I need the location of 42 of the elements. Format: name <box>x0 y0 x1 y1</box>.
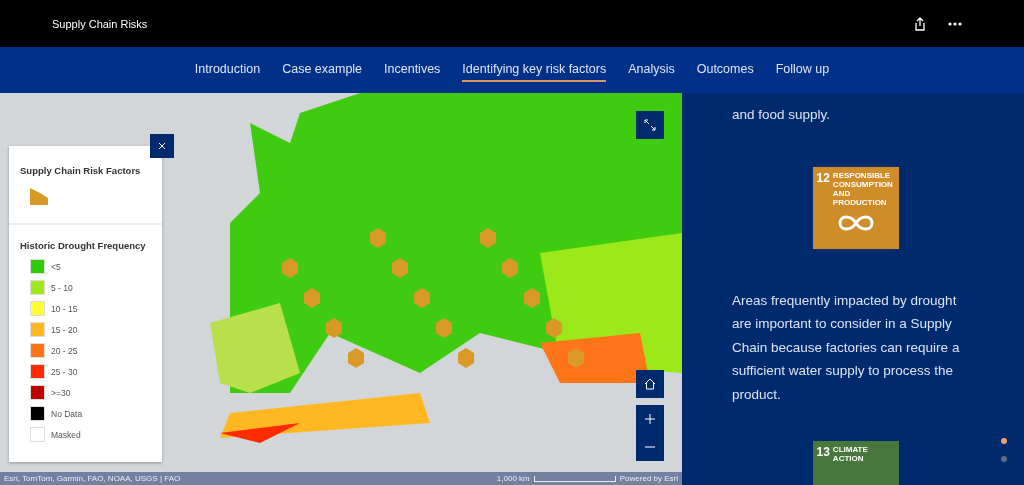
nav-tab[interactable]: Case example <box>282 58 363 82</box>
goal-number: 12 <box>816 170 830 185</box>
story-paragraph: Areas frequently impacted by drought are important to consider in a Supply Chain because factories can require a sufficient water supply to process the product. <box>732 291 961 404</box>
story-title: Supply Chain Risks <box>52 17 148 30</box>
powered-by-text: Powered by Esri <box>619 474 678 483</box>
story-paragraph: and food supply. <box>732 106 832 124</box>
close-button[interactable] <box>150 134 174 158</box>
risk-symbol-icon <box>30 188 48 205</box>
legend-label: 20 - 25 <box>51 345 78 356</box>
legend-label: 10 - 15 <box>51 303 78 314</box>
scale-label: 1,000 km <box>496 474 530 483</box>
plus-icon <box>645 414 655 424</box>
legend-label: >=30 <box>51 387 71 398</box>
legend-label: 15 - 20 <box>51 324 78 335</box>
nav-tab[interactable]: Outcomes <box>696 58 754 82</box>
legend-label: 5 - 10 <box>51 282 73 293</box>
goal-label: RESPONSIBLE CONSUMPTION AND PRODUCTION <box>832 170 894 207</box>
zoom-in-button[interactable] <box>636 405 664 433</box>
nav-tab[interactable]: Incentives <box>384 58 441 82</box>
home-button[interactable] <box>636 370 664 398</box>
share-icon[interactable] <box>914 16 926 31</box>
legend-label: <5 <box>51 261 61 272</box>
legend-label: 25 - 30 <box>51 366 78 377</box>
progress-dot[interactable] <box>1001 438 1007 444</box>
fullscreen-button[interactable] <box>636 111 664 139</box>
attribution-text: Esri, TomTom, Garmin, FAO, NOAA, USGS | FAO <box>4 474 181 483</box>
progress-dot[interactable] <box>1001 456 1007 462</box>
legend-label: No Data <box>51 408 83 419</box>
expand-icon <box>644 119 656 131</box>
nav-tab[interactable]: Identifying key risk factors <box>462 58 607 82</box>
home-icon <box>644 378 656 390</box>
nav-tab[interactable]: Follow up <box>775 58 830 82</box>
close-icon <box>158 142 166 150</box>
goal-label: CLIMATE ACTION <box>832 445 869 463</box>
legend-heading: Supply Chain Risk Factors <box>20 164 141 177</box>
nav-tab[interactable]: Analysis <box>628 58 675 82</box>
zoom-out-button[interactable] <box>636 433 664 461</box>
more-icon[interactable] <box>948 21 962 26</box>
goal-number: 13 <box>816 445 830 459</box>
nav-tab[interactable]: Introduction <box>194 58 261 82</box>
legend-label: Masked <box>51 429 81 440</box>
legend-heading: Historic Drought Frequency <box>20 239 146 252</box>
